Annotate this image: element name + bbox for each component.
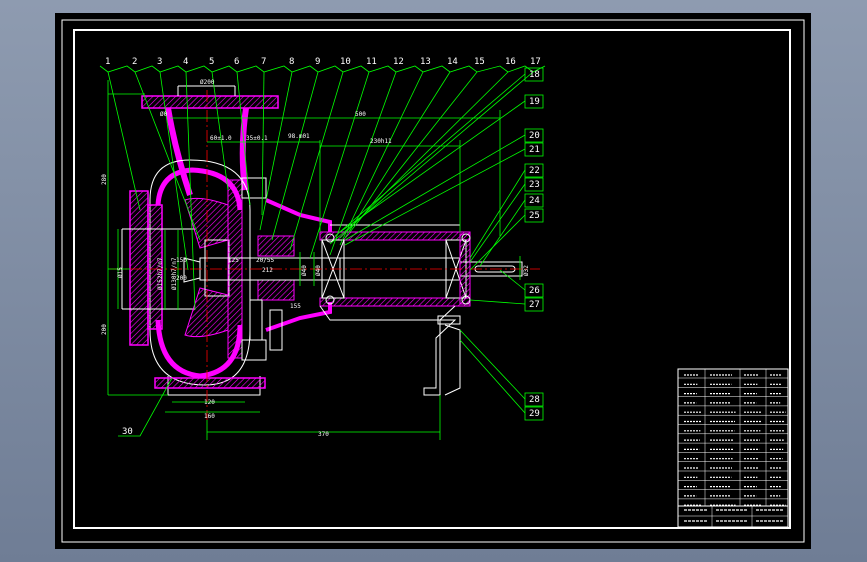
- dim-d-left: Ø15: [117, 267, 124, 278]
- dim-d4: 98.m01: [288, 133, 310, 140]
- part-label-11: 11: [366, 57, 377, 67]
- dim-s2: 20/55: [256, 257, 274, 264]
- dim-d2: 60±1.0: [210, 135, 232, 142]
- dim-s6: 200: [176, 275, 187, 282]
- part-label-2: 2: [132, 57, 137, 67]
- dim-s1: 125: [228, 257, 239, 264]
- part-label-18: 18: [529, 70, 540, 80]
- dim-imp1: Ø152h7/n7: [157, 257, 164, 290]
- part-label-1: 1: [105, 57, 110, 67]
- pump-assembly-drawing: 1 2 3 4 5 6 7 8 9 10 11 12 13 14 15 16 17181920212223242…: [55, 13, 811, 549]
- part-label-15: 15: [474, 57, 485, 67]
- dim-d3: 35±0.1: [246, 135, 268, 142]
- part-label-21: 21: [529, 145, 540, 155]
- part-label-5: 5: [209, 57, 214, 67]
- dim-d6: 230h11: [370, 138, 392, 145]
- part-label-26: 26: [529, 286, 540, 296]
- dim-base3: 370: [318, 431, 329, 438]
- cad-viewport[interactable]: 1 2 3 4 5 6 7 8 9 10 11 12 13 14 15 16 17 18 19 20 21 22 23 24 2…: [0, 0, 867, 562]
- part-label-20: 20: [529, 131, 540, 141]
- dim-d1: Ø0: [160, 111, 168, 118]
- part-label-7: 7: [261, 57, 266, 67]
- dim-s4: 155: [290, 303, 301, 310]
- dim-base2: 160: [204, 413, 215, 420]
- part-label-24: 24: [529, 196, 540, 206]
- part-label-12: 12: [393, 57, 404, 67]
- part-label-23: 23: [529, 180, 540, 190]
- part-label-28: 28: [529, 395, 540, 405]
- dim-s3: 212: [262, 267, 273, 274]
- dim-h-top: 280: [101, 174, 108, 185]
- part-label-16: 16: [505, 57, 516, 67]
- dim-s5: 150: [176, 257, 187, 264]
- part-label-14: 14: [447, 57, 458, 67]
- part-label-6: 6: [234, 57, 239, 67]
- part-label-3: 3: [157, 57, 162, 67]
- dim-d5: 500: [355, 111, 366, 118]
- part-label-27: 27: [529, 300, 540, 310]
- part-label-10: 10: [340, 57, 351, 67]
- part-label-4: 4: [183, 57, 188, 67]
- part-label-25: 25: [529, 211, 540, 221]
- dim-s1-dia: Ø40: [301, 265, 308, 276]
- part-label-19: 19: [529, 97, 540, 107]
- part-label-29: 29: [529, 409, 540, 419]
- dim-flange-dia: Ø200: [200, 79, 215, 86]
- dim-shaft-dia: Ø32: [523, 265, 530, 276]
- dim-base1: 120: [204, 399, 215, 406]
- dim-h-bottom: 200: [101, 324, 108, 335]
- part-label-17: 17: [530, 57, 541, 67]
- dim-s2-dia: Ø40: [315, 265, 322, 276]
- part-label-8: 8: [289, 57, 294, 67]
- part-label-9: 9: [315, 57, 320, 67]
- part-label-13: 13: [420, 57, 431, 67]
- part-label-30: 30: [122, 427, 133, 437]
- part-label-22: 22: [529, 166, 540, 176]
